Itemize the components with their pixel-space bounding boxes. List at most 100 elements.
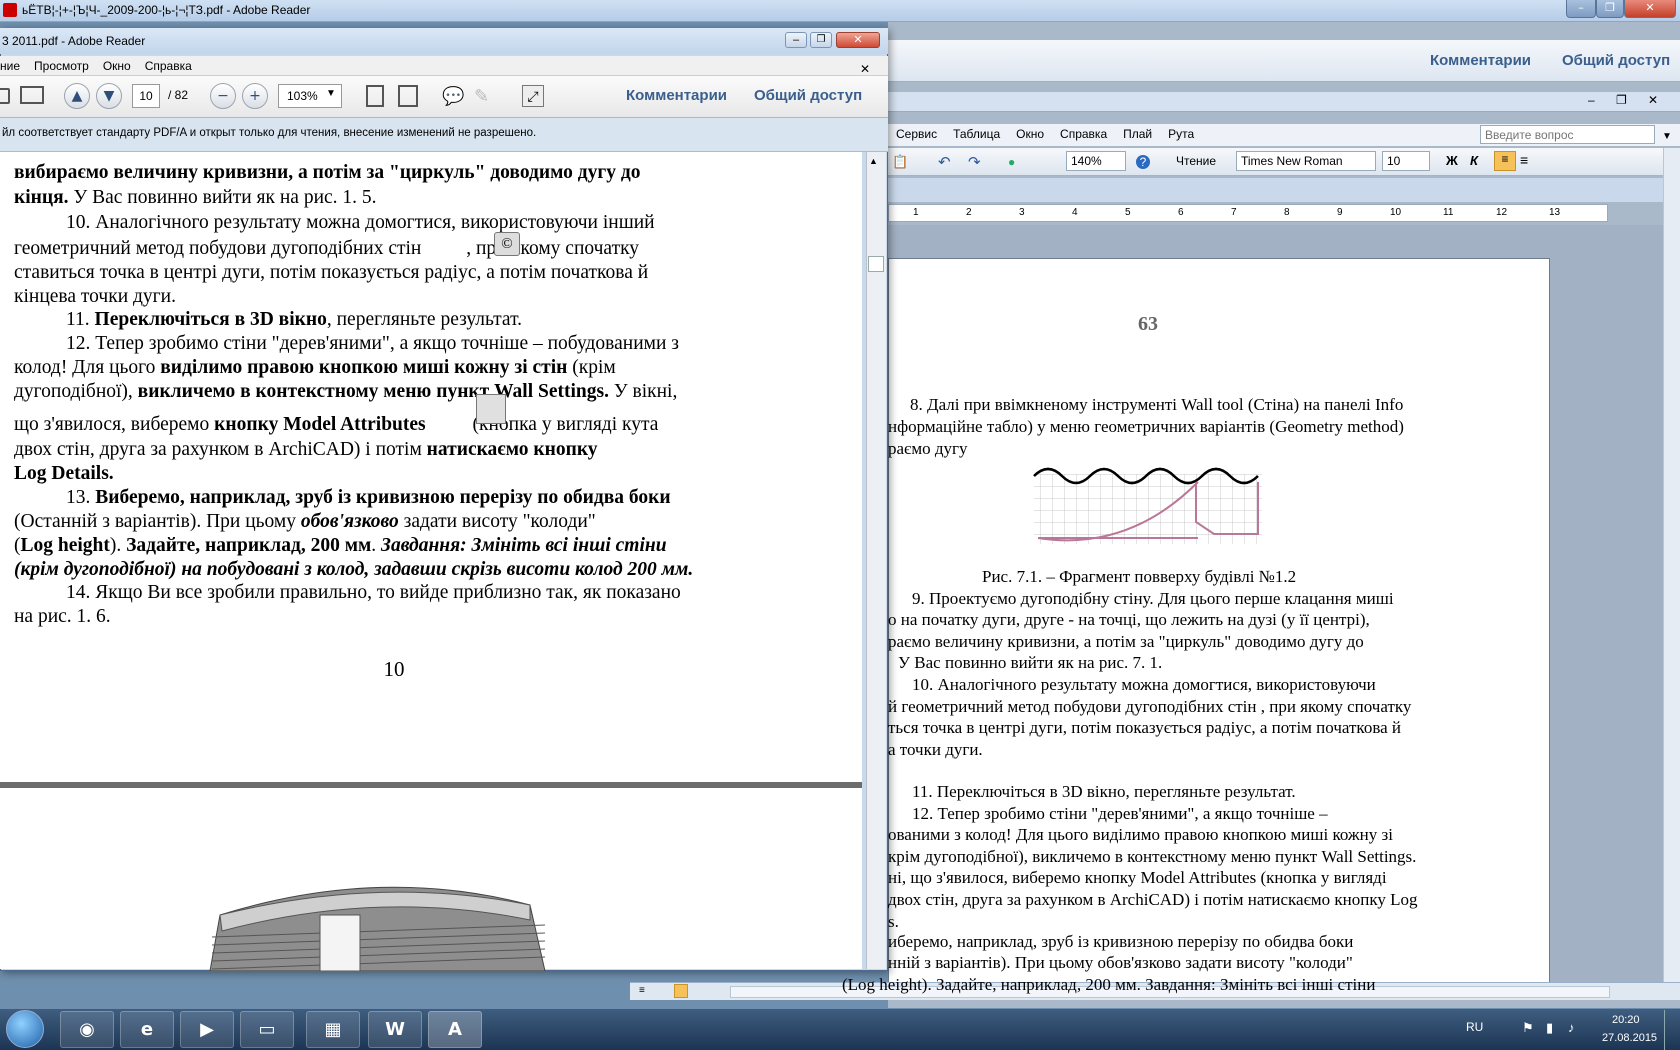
prev-page-icon[interactable]: ▲ [64,83,90,109]
word-close-icon[interactable]: ✕ [1648,93,1658,107]
word-line: 11. Переключіться в 3D вікно, перегляньт… [912,782,1296,801]
paragraph-10-line-2: геометричний метод побудови дугоподібних… [14,232,774,261]
print-icon[interactable] [0,88,10,104]
clock-date[interactable]: 27.08.2015 [1602,1032,1657,1044]
share-link[interactable]: Общий доступ [754,87,862,104]
fit-page-icon[interactable] [366,85,384,107]
word-line: ованими з колод! Для цього виділимо прав… [888,825,1393,844]
fit-width-icon[interactable] [398,85,418,107]
redo-icon[interactable]: ↷ [968,153,981,171]
ruler-tick: 1 [913,207,919,218]
word-restore-icon[interactable]: ❐ [1616,93,1627,107]
menu-help[interactable]: Справка [145,56,192,73]
explorer-icon[interactable]: ▭ [240,1011,294,1048]
minimize-icon[interactable]: – [1566,0,1596,18]
menu-window[interactable]: Окно [103,56,131,73]
menu-window[interactable]: Окно [1008,124,1052,144]
front-restore-icon[interactable]: ❐ [810,32,832,48]
front-vertical-scrollbar[interactable]: ▲ [866,152,886,969]
word-ruler-band [888,178,1680,202]
view-layout-icon[interactable] [674,984,688,998]
font-size-select[interactable]: 10 [1382,151,1430,171]
menu-table[interactable]: Таблица [945,124,1008,144]
menu-service[interactable]: Сервис [888,124,945,144]
highlight-icon[interactable]: ✎ [474,86,489,107]
page-number: 10 [383,657,405,681]
restore-icon[interactable]: ❐ [1596,0,1624,18]
word-vertical-scrollbar[interactable] [1663,148,1680,988]
front-close-icon[interactable]: ✕ [836,32,880,48]
align-left-icon[interactable]: ≡ [1494,151,1516,171]
zoom-out-icon[interactable]: − [210,83,236,109]
word-line: 8. Далі при ввімкненому інструменті Wall… [910,395,1404,414]
scroll-thumb[interactable] [868,256,884,272]
align-justify-icon[interactable]: ≡ [1520,152,1528,168]
bg-share-link[interactable]: Общий доступ [1562,52,1670,69]
paragraph-9-tail: кінця. У Вас повинно вийти як на рис. 1.… [14,187,377,208]
italic-button[interactable]: К [1470,153,1478,168]
chrome-icon[interactable]: ◉ [60,1011,114,1048]
word-line: 9. Проектуємо дугоподібну стіну. Для цьо… [912,589,1394,608]
paragraph-14-line-2: на рис. 1. 6. [14,606,111,627]
paragraph-13-line-4: (крім дугоподібної) на побудовані з коло… [14,559,694,580]
comment-icon[interactable]: 💬 [442,86,464,107]
pdfa-info-bar: йл соответствует стандарту PDF/A и откры… [0,118,888,152]
chevron-down-icon[interactable]: ▼ [1654,128,1680,145]
word-line: й геометричний метод побудови дугоподібн… [888,697,1412,716]
media-player-icon[interactable]: ▶ [180,1011,234,1048]
ie-icon[interactable]: e [120,1011,174,1048]
word-line: 12. Тепер зробимо стіни "дерев'яними", а… [912,804,1328,823]
bg-comments-link[interactable]: Комментарии [1430,52,1531,69]
word-line: о на початку дуги, друге - на точці, що … [888,610,1370,629]
bold-button[interactable]: Ж [1446,153,1458,168]
clock-time[interactable]: 20:20 [1612,1014,1640,1026]
network-icon[interactable]: ▮ [1546,1020,1553,1036]
paragraph-11: 11. Переключіться в 3D вікно, перегляньт… [66,309,523,330]
word-help-search-input[interactable] [1480,125,1655,144]
adobe-reader-taskbar-icon[interactable]: A [428,1011,482,1048]
menu-edit[interactable]: ние [0,56,20,73]
menu-help[interactable]: Справка [1052,124,1115,144]
volume-icon[interactable]: ♪ [1568,1020,1575,1035]
help-icon[interactable]: ? [1136,155,1150,169]
font-name-select[interactable]: Times New Roman [1236,151,1376,171]
calculator-icon[interactable]: ▦ [306,1011,360,1048]
menu-ruta[interactable]: Рута [1160,124,1202,144]
word-line: ні, що з'явилося, виберемо кнопку Model … [888,868,1387,887]
ruler-tick: 4 [1072,207,1078,218]
horizontal-ruler[interactable]: 1 2 3 4 5 6 7 8 9 10 11 12 13 [888,204,1608,222]
log-wall-3d-image [209,886,546,971]
flag-icon[interactable]: ⚑ [1522,1020,1534,1036]
paragraph-10-line-4: кінцева точки дуги. [14,286,176,307]
read-mode-button[interactable]: Чтение [1176,154,1216,168]
word-minimize-icon[interactable]: – [1588,93,1595,107]
page-total: / 82 [168,88,189,102]
ruler-tick: 8 [1284,207,1290,218]
view-normal-icon[interactable]: ≡ [639,985,645,996]
word-taskbar-icon[interactable]: W [368,1011,422,1048]
word-zoom-select[interactable]: 140% [1066,151,1126,171]
front-minimize-icon[interactable]: – [785,32,807,48]
next-page-icon[interactable]: ▼ [96,83,122,109]
language-indicator[interactable]: RU [1466,1020,1483,1034]
paste-icon[interactable]: 📋 [892,154,908,170]
menu-play[interactable]: Плай [1115,124,1160,144]
chevron-down-icon[interactable]: ▼ [326,88,336,99]
menu-close-icon[interactable]: ✕ [860,59,870,76]
zoom-in-icon[interactable]: + [242,83,268,109]
paragraph-13-line-2: (Останній з варіантів). При цьому обов'я… [14,511,596,532]
comments-link[interactable]: Комментарии [626,87,727,104]
menu-view[interactable]: Просмотр [34,56,89,73]
word-line: (Log height). Задайте, наприклад, 200 мм… [842,975,1376,994]
ruler-tick: 6 [1178,207,1184,218]
page-number-input[interactable]: 10 [132,84,160,108]
scroll-up-icon[interactable]: ▲ [869,156,878,166]
show-desktop-button[interactable] [1664,1010,1680,1050]
fullscreen-icon[interactable]: ⤢ [522,85,544,107]
paragraph-14-line-1: 14. Якщо Ви все зробили правильно, то ви… [66,582,681,603]
start-button[interactable] [6,1010,44,1048]
globe-icon[interactable]: ● [1008,155,1015,169]
email-icon[interactable] [20,86,44,104]
undo-icon[interactable]: ↶ [938,153,951,171]
close-icon[interactable]: ✕ [1624,0,1676,18]
